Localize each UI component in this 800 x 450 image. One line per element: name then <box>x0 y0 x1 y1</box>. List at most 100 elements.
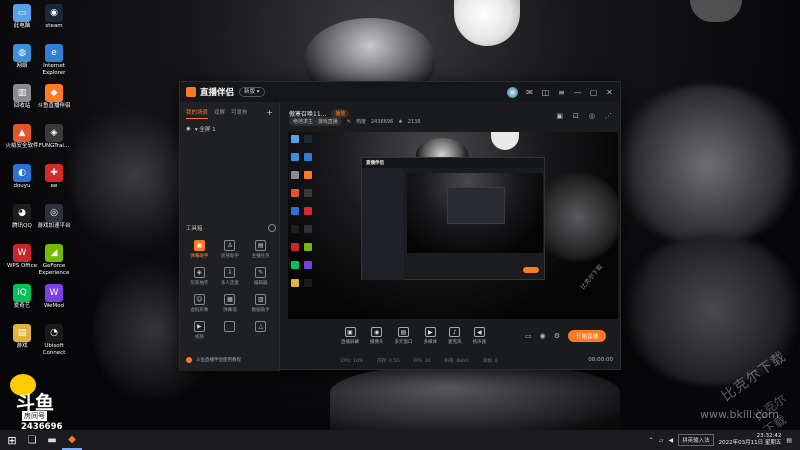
desktop-icon[interactable]: ◆ 斗鱼直播伴侣 <box>36 84 72 110</box>
notification-icon[interactable]: ▤ <box>786 437 792 444</box>
volume-icon[interactable]: ◀ <box>668 437 673 444</box>
source-button[interactable]: ▣ 直播屏幕 <box>341 327 359 345</box>
tab-dual-screen[interactable]: 双屏 <box>214 108 225 119</box>
toolbox-item[interactable]: ◈ 玩家抽奖 <box>184 267 215 286</box>
desktop-icon-label: ee <box>50 183 58 189</box>
toolbox-item[interactable]: ⇩ 多人连麦 <box>215 267 246 286</box>
tool-icon: ⇩ <box>224 267 236 278</box>
toolbox-item[interactable]: ▦ 弹幕墙 <box>215 294 246 313</box>
desktop-icon-label: 火绒安全软件 <box>5 143 39 149</box>
source-label: 摄像头 <box>370 340 384 345</box>
menu-icon[interactable]: ≡ <box>557 88 566 97</box>
desktop-icon-label: 腾讯QQ <box>12 223 32 229</box>
network-icon[interactable]: ▱ <box>659 437 664 444</box>
clock[interactable]: 23:32:42 2022年03月11日 星期五 <box>719 433 782 447</box>
minimize-icon[interactable]: — <box>573 88 582 97</box>
preview-icon <box>304 135 312 143</box>
source-icon: ▣ <box>344 327 356 337</box>
source-label: 直播屏幕 <box>341 340 359 345</box>
tool-icon: ♙ <box>224 240 236 251</box>
douyu-app-icon[interactable]: ◆ <box>62 430 82 450</box>
desktop-icon[interactable]: W WPS Office <box>4 244 40 270</box>
tool-icon: ◈ <box>193 267 205 278</box>
toolbox-item[interactable]: ✎ 编辑器 <box>245 267 276 286</box>
share-icon[interactable]: ⋰ <box>605 112 612 120</box>
preview-toggle-icon[interactable]: ◉ <box>540 332 546 340</box>
desktop-icon[interactable]: ▤ 游戏 <box>4 324 40 350</box>
preview-icon <box>304 279 312 287</box>
status-item: FPS: 30 <box>413 358 431 364</box>
version-dropdown[interactable]: 新版 ▾ <box>239 87 265 97</box>
desktop-icon[interactable]: e Internet Explorer <box>36 44 72 76</box>
desktop-icon[interactable]: ◎ 游戏加速平台 <box>36 204 72 230</box>
desktop-icon[interactable]: ◔ Ubisoft Connect <box>36 324 72 356</box>
app-icon: ◔ <box>45 324 63 342</box>
maximize-icon[interactable]: ▢ <box>589 88 598 97</box>
douyu-watermark: 斗鱼 房间号 2436696 <box>4 374 64 434</box>
add-scene-button[interactable]: + <box>266 108 273 119</box>
toolbox-item[interactable]: ▤ 主播任务 <box>245 240 276 259</box>
desktop-icon[interactable]: ◍ 网络 <box>4 44 40 70</box>
settings-icon[interactable]: ⚙ <box>554 332 560 340</box>
tab-publishable[interactable]: 可发布 <box>231 108 248 119</box>
toolbox-item[interactable]: ☺ 虚拟形象 <box>184 294 215 313</box>
tutorial-link[interactable]: 斗鱼直播伴侣使用教程 <box>186 357 241 363</box>
toolbox-item[interactable]: △ <box>245 321 276 340</box>
desktop-icon-label: 此电脑 <box>13 23 31 29</box>
tool-label: 视频 <box>194 335 204 340</box>
user-avatar[interactable] <box>507 86 518 98</box>
source-button[interactable]: ◉ 摄像头 <box>370 327 384 345</box>
desktop-icon[interactable]: ◢ GeForce Experience <box>36 244 72 276</box>
live-preview[interactable]: 直播伴侣 比克尔下载 <box>288 132 618 319</box>
lock-icon[interactable]: ⊡ <box>573 112 579 120</box>
close-icon[interactable]: ✕ <box>605 88 614 97</box>
start-live-button[interactable]: 开始直播 <box>568 330 607 342</box>
toolbox-item[interactable]: ▥ 数据助手 <box>245 294 276 313</box>
eye-icon[interactable]: ◉ <box>186 126 191 132</box>
desktop-icon[interactable]: ◉ steam <box>36 4 72 30</box>
desktop-icon[interactable]: ◕ 腾讯QQ <box>4 204 40 230</box>
toolbox-item[interactable]: ♙ 房管助手 <box>215 240 246 259</box>
edit-icon[interactable]: ✎ <box>347 119 351 125</box>
task-view-icon[interactable]: ❏ <box>22 430 42 450</box>
camera-settings-icon[interactable]: ▭ <box>525 332 532 340</box>
toolbox-settings-icon[interactable] <box>268 224 276 232</box>
preview-icon <box>291 135 299 143</box>
tab-my-scenes[interactable]: 我的场景 <box>186 108 209 119</box>
skin-icon[interactable]: ◫ <box>541 88 550 97</box>
source-button[interactable]: ▶ 多媒体 <box>424 327 437 345</box>
source-button[interactable]: ♪ 麦克风 <box>448 327 462 345</box>
file-explorer-icon[interactable]: ▬ <box>42 430 62 450</box>
scene-name: ▾ 全屏 1 <box>194 127 216 133</box>
record-icon[interactable]: ◎ <box>589 112 595 120</box>
desktop-icon[interactable]: W WeMod <box>36 284 72 310</box>
desktop-icon[interactable]: ▲ 火绒安全软件 <box>4 124 40 150</box>
preview-icon <box>291 243 299 251</box>
desktop-icon-label: 爱奇艺 <box>13 303 31 309</box>
app-logo-icon <box>186 87 196 97</box>
source-button[interactable]: ◀ 扬声器 <box>473 327 486 345</box>
toolbox-item[interactable]: ▣ 弹幕助手 <box>184 240 215 259</box>
desktop-icon[interactable]: ▥ 回收站 <box>4 84 40 110</box>
category-pill[interactable]: 绝地求生 · 游戏直播 <box>289 117 342 126</box>
desktop-icon[interactable]: ✚ ee <box>36 164 72 190</box>
hot-label: 热度 <box>355 119 366 125</box>
app-icon: iQ <box>13 284 31 302</box>
status-bar: CPU: 10% 内存: 4.5G FPS: 30 码率: 0kb/s 丢帧: 0 00:… <box>281 354 621 368</box>
input-method[interactable]: 拼英输入法 <box>678 434 714 446</box>
message-icon[interactable]: ✉ <box>525 88 534 97</box>
tray-up-icon[interactable]: ⌃ <box>649 437 654 444</box>
scene-sidebar: 我的场景 双屏 可发布 + ◉ ▾ 全屏 1 工具箱 ▣ 弹幕助手 ♙ 房管助手 ▤ 主播… <box>180 102 280 371</box>
source-icon: ◀ <box>473 327 485 337</box>
scene-item[interactable]: ◉ ▾ 全屏 1 <box>180 119 279 139</box>
desktop-icon[interactable]: ◐ douyu <box>4 164 40 190</box>
desktop-icon[interactable]: ◈ FUNGTrai... <box>36 124 72 150</box>
tool-icon: ☺ <box>193 294 205 305</box>
toolbox-item[interactable]: ▶ 视频 <box>184 321 215 340</box>
toolbox-item[interactable] <box>215 321 246 340</box>
desktop-icon[interactable]: iQ 爱奇艺 <box>4 284 40 310</box>
desktop-icon[interactable]: ▭ 此电脑 <box>4 4 40 30</box>
windows-start-icon[interactable]: ⊞ <box>2 430 22 450</box>
gift-icon[interactable]: ▣ <box>556 112 563 120</box>
source-button[interactable]: ▤ 多元窗口 <box>395 327 413 345</box>
